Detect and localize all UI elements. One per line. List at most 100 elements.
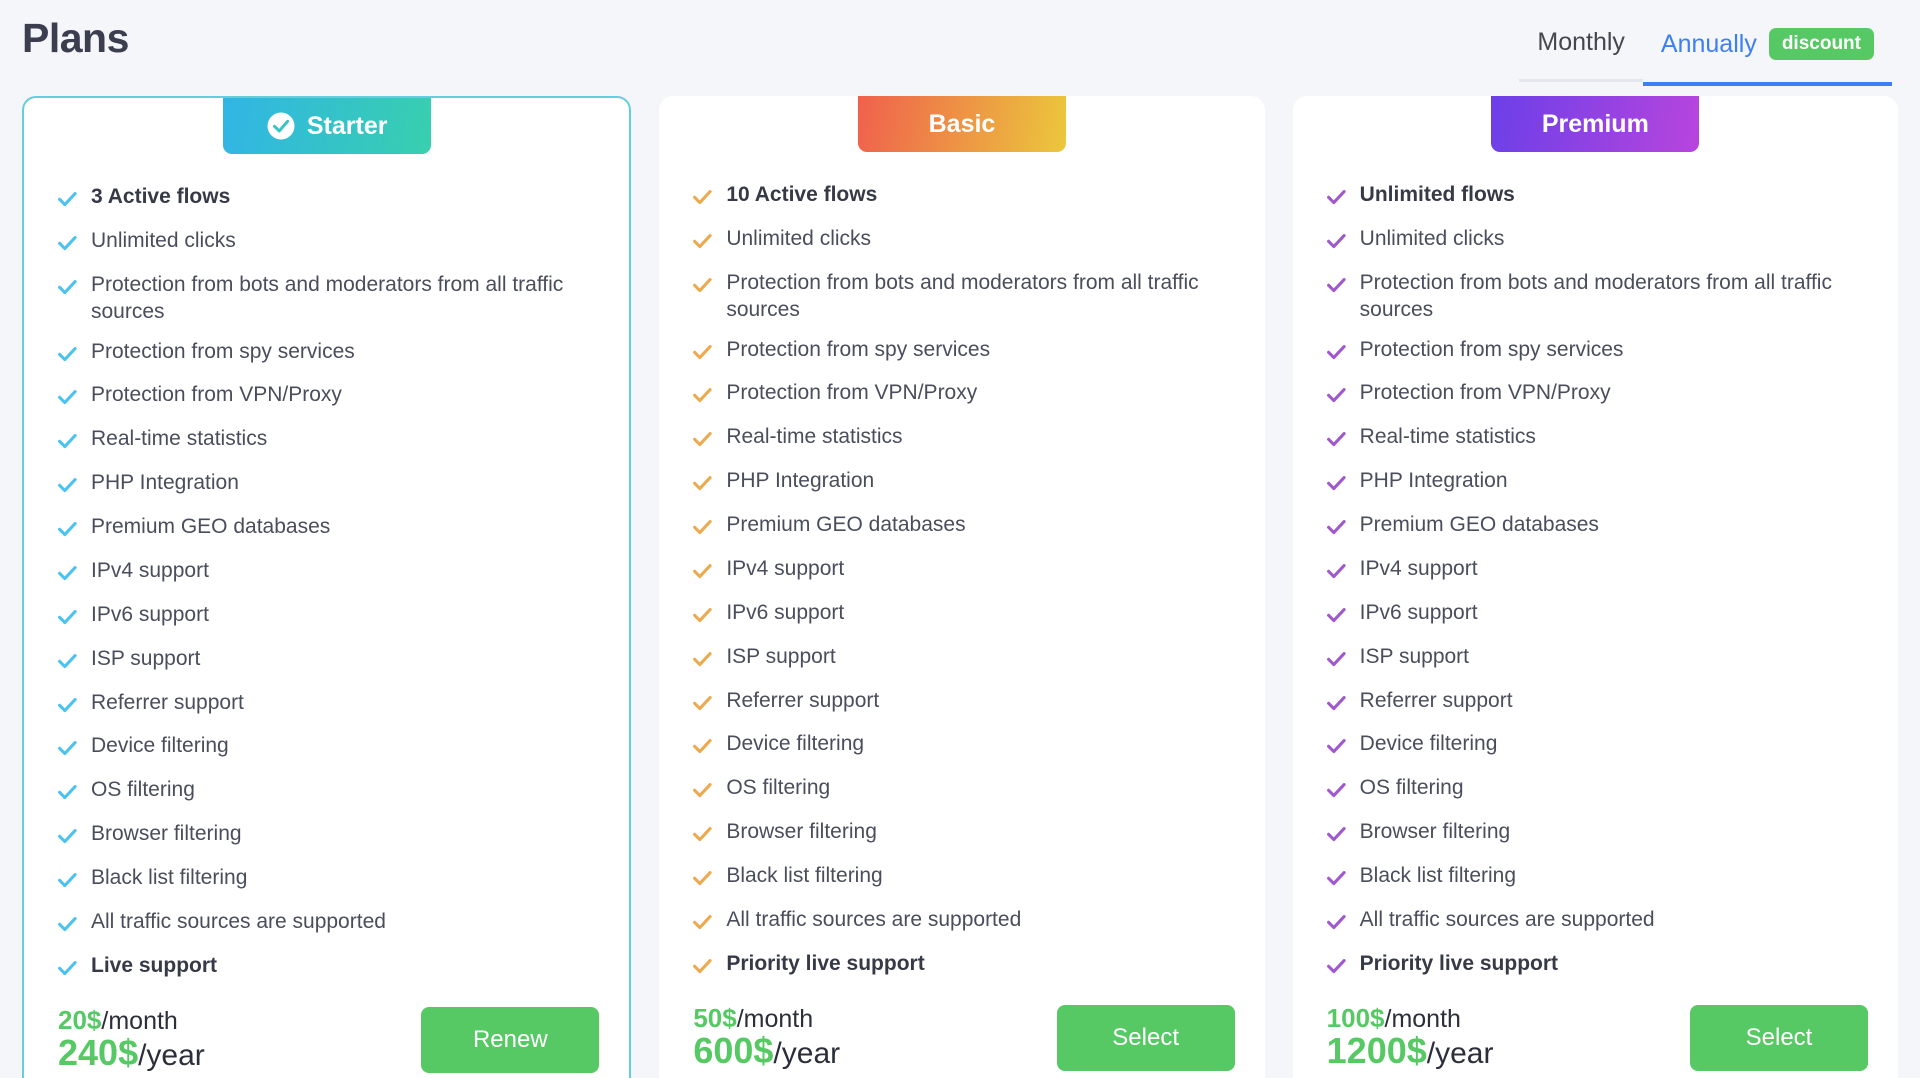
check-icon [58, 781, 77, 808]
check-icon [58, 609, 77, 624]
feature-item: OS filtering [693, 775, 1230, 806]
feature-item: IPv4 support [693, 556, 1230, 587]
check-icon [1326, 476, 1346, 491]
feature-item: Protection from bots and moderators from… [693, 270, 1230, 324]
feature-item: Device filtering [1326, 731, 1864, 762]
plan-name-label: Basic [928, 109, 996, 138]
check-icon [693, 827, 712, 842]
plan-badge-row: Basic [659, 96, 1264, 152]
feature-item: Premium GEO databases [1326, 512, 1864, 543]
check-icon [1326, 827, 1346, 842]
feature-item: Premium GEO databases [58, 514, 595, 545]
feature-label: Premium GEO databases [1359, 513, 1599, 536]
check-icon [1326, 341, 1346, 368]
check-icon [58, 390, 77, 405]
check-icon [58, 650, 77, 677]
feature-label: Protection from VPN/Proxy [726, 381, 978, 405]
feature-label: Real-time statistics [726, 425, 903, 449]
feature-label: IPv6 support [726, 600, 845, 624]
feature-label: Referrer support [91, 690, 244, 714]
feature-list: 10 Active flows Unlimited clicks Protectio… [659, 152, 1264, 995]
feature-item: Protection from spy services [58, 339, 595, 370]
feature-label: Black list filtering [726, 864, 883, 887]
check-icon [58, 474, 77, 501]
check-icon [693, 428, 712, 455]
check-icon [58, 434, 77, 449]
feature-item: Protection from spy services [693, 337, 1230, 368]
check-icon [1326, 823, 1346, 850]
feature-item: Browser filtering [693, 819, 1230, 850]
price-yearly-amount: 1200$ [1326, 1030, 1427, 1072]
check-icon [693, 958, 712, 973]
feature-item: All traffic sources are supported [1326, 907, 1864, 938]
feature-label: IPv4 support [726, 556, 845, 580]
feature-item: OS filtering [58, 777, 595, 808]
check-icon [58, 518, 77, 545]
feature-label: Device filtering [726, 732, 865, 756]
price-monthly: 20$/month [58, 1006, 205, 1035]
feature-label: Device filtering [1359, 732, 1498, 756]
check-icon [1326, 520, 1346, 535]
tab-monthly[interactable]: Monthly [1519, 22, 1643, 82]
plan-card-starter: Starter 3 Active flows Unlimited clicks Pro… [22, 96, 632, 1078]
check-icon [1326, 560, 1346, 587]
feature-label: Browser filtering [91, 822, 242, 846]
check-icon [1326, 867, 1346, 894]
check-icon [58, 697, 77, 712]
check-icon [1326, 516, 1346, 543]
feature-list: Unlimited flows Unlimited clicks Protectio… [1293, 152, 1898, 995]
check-icon [693, 476, 712, 491]
price-monthly-amount: 100$ [1326, 1002, 1385, 1033]
price-yearly-period: /year [773, 1037, 841, 1071]
feature-item: ISP support [58, 646, 595, 677]
plan-name-badge: Premium [1491, 96, 1700, 152]
plan-footer: 100$/month 1200$/year Select [1293, 995, 1898, 1071]
plan-cta-button[interactable]: Select [1056, 1004, 1235, 1071]
feature-item: Protection from VPN/Proxy [693, 380, 1230, 411]
check-icon [58, 913, 77, 940]
feature-label: Protection from spy services [726, 337, 991, 361]
feature-label: Priority live support [726, 951, 925, 975]
check-icon [58, 825, 77, 852]
feature-item: 3 Active flows [58, 184, 595, 215]
check-icon [693, 344, 712, 359]
plan-card-basic: Basic 10 Active flows Unlimited clicks Prot… [659, 96, 1265, 1078]
check-icon [58, 960, 77, 975]
feature-item: Real-time statistics [58, 426, 595, 457]
check-icon [1326, 472, 1346, 499]
feature-item: Real-time statistics [693, 424, 1230, 455]
check-icon [58, 188, 77, 215]
feature-item: PHP Integration [693, 468, 1230, 499]
check-icon [58, 232, 77, 259]
check-icon [1326, 955, 1346, 982]
feature-label: Browser filtering [1359, 820, 1511, 844]
plan-cta-button[interactable]: Select [1689, 1004, 1868, 1071]
tab-annually[interactable]: Annually discount [1642, 22, 1892, 86]
check-icon [58, 785, 77, 800]
feature-label: Protection from bots and moderators from… [91, 272, 564, 323]
check-icon [1326, 695, 1346, 710]
feature-label: Black list filtering [1359, 864, 1517, 887]
price-monthly: 50$/month [693, 1004, 840, 1033]
plan-name-badge: Basic [857, 96, 1066, 152]
price-yearly-period: /year [138, 1039, 205, 1073]
check-icon [58, 276, 77, 303]
check-icon [58, 235, 77, 251]
feature-label: IPv6 support [91, 602, 209, 626]
feature-label: IPv4 support [91, 558, 209, 582]
feature-label: Black list filtering [91, 866, 248, 889]
plan-footer: 20$/month 240$/year Renew [24, 997, 629, 1073]
check-icon [693, 516, 712, 543]
plan-cta-button[interactable]: Renew [421, 1006, 600, 1073]
plan-cards: Starter 3 Active flows Unlimited clicks Pro… [0, 96, 1920, 1078]
check-icon [58, 430, 77, 457]
feature-item: Protection from bots and moderators from… [1326, 270, 1864, 324]
price-yearly: 600$/year [693, 1032, 840, 1070]
check-icon [1326, 871, 1346, 886]
check-icon [1326, 230, 1346, 257]
check-icon [58, 346, 77, 361]
feature-item: ISP support [693, 644, 1230, 675]
price-monthly: 100$/month [1326, 1002, 1494, 1033]
feature-label: Premium GEO databases [726, 513, 966, 536]
feature-item: Premium GEO databases [693, 512, 1230, 543]
